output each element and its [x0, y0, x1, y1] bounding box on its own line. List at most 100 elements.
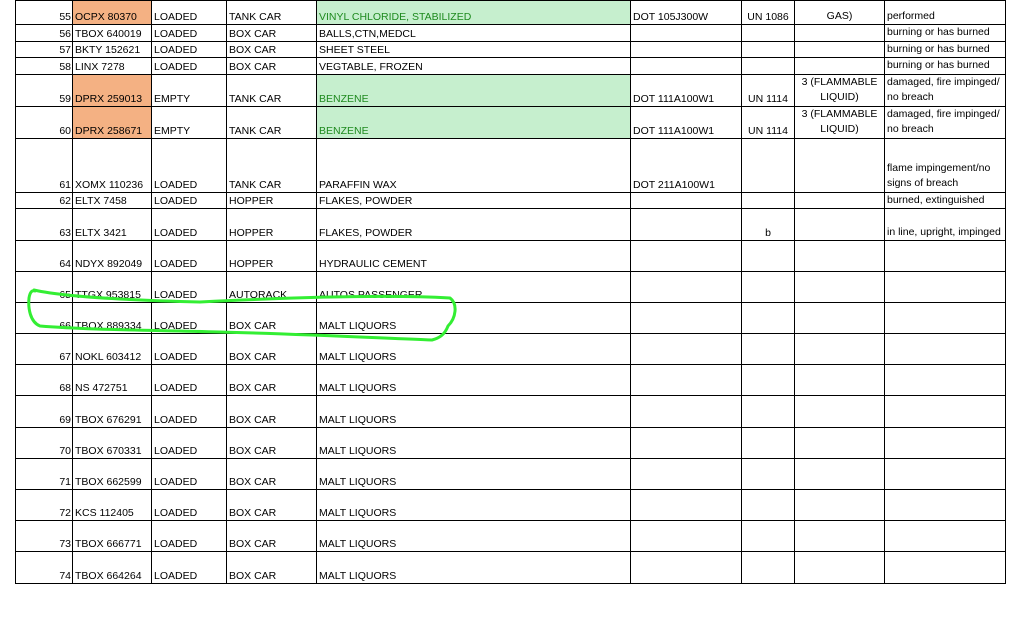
- cell-commodity: MALT LIQUORS: [316, 458, 631, 490]
- cell-row-number: 72: [15, 489, 73, 521]
- cell-hazard-class: [794, 551, 885, 584]
- cell-load-status: LOADED: [151, 0, 227, 25]
- cell-commodity: MALT LIQUORS: [316, 551, 631, 584]
- cell-tank-spec: [630, 458, 742, 490]
- cell-row-number: 68: [15, 364, 73, 396]
- cell-car-id: TBOX 666771: [72, 520, 152, 552]
- cell-commodity: PARAFFIN WAX: [316, 137, 631, 193]
- cell-row-number: 67: [15, 333, 73, 365]
- table-row: 56 TBOX 640019 LOADED BOX CAR BALLS,CTN,MEDC…: [15, 24, 1006, 42]
- cell-car-id: TBOX 664264: [72, 551, 152, 584]
- cell-hazard-class: [794, 302, 885, 334]
- table-row: 70 TBOX 670331 LOADED BOX CAR MALT LIQUORS: [15, 427, 1006, 459]
- cell-tank-spec: [630, 208, 742, 241]
- cell-row-number: 65: [15, 271, 73, 303]
- cell-un-number: [741, 240, 795, 272]
- cell-commodity: AUTOS PASSENGER: [316, 271, 631, 303]
- cell-car-type: AUTORACK: [226, 271, 317, 303]
- cell-condition-notes: [884, 271, 1006, 303]
- cell-un-number: [741, 427, 795, 459]
- cell-commodity: BENZENE: [316, 73, 631, 107]
- cell-tank-spec: DOT 211A100W1: [630, 137, 742, 193]
- cell-un-number: b: [741, 208, 795, 241]
- table-row: 58 LINX 7278 LOADED BOX CAR VEGTABLE, FROZEN…: [15, 57, 1006, 75]
- cell-load-status: LOADED: [151, 57, 227, 75]
- table-row: 69 TBOX 676291 LOADED BOX CAR MALT LIQUORS: [15, 395, 1006, 428]
- cell-car-type: BOX CAR: [226, 489, 317, 521]
- cell-row-number: 61: [15, 137, 73, 193]
- cell-hazard-class: GAS): [794, 0, 885, 25]
- cell-condition-notes: damaged, fire impinged/ no breach: [884, 105, 1006, 139]
- cell-tank-spec: [630, 271, 742, 303]
- table-row: 66 TBOX 889334 LOADED BOX CAR MALT LIQUORS: [15, 302, 1006, 334]
- cell-car-type: BOX CAR: [226, 427, 317, 459]
- cell-load-status: LOADED: [151, 489, 227, 521]
- cell-hazard-class: [794, 364, 885, 396]
- cell-hazard-class: [794, 427, 885, 459]
- cell-hazard-class: [794, 271, 885, 303]
- cell-load-status: LOADED: [151, 137, 227, 193]
- cell-car-type: BOX CAR: [226, 458, 317, 490]
- cell-car-id: TBOX 640019: [72, 24, 152, 42]
- cell-un-number: [741, 520, 795, 552]
- table-row: 59 DPRX 259013 EMPTY TANK CAR BENZENE DOT 111…: [15, 73, 1006, 107]
- cell-tank-spec: [630, 57, 742, 75]
- cell-load-status: EMPTY: [151, 105, 227, 139]
- cell-commodity: SHEET STEEL: [316, 40, 631, 58]
- cell-un-number: UN 1114: [741, 105, 795, 139]
- cell-hazard-class: [794, 333, 885, 365]
- cell-hazard-class: [794, 24, 885, 42]
- cell-row-number: 73: [15, 520, 73, 552]
- cell-commodity: MALT LIQUORS: [316, 302, 631, 334]
- cell-car-type: BOX CAR: [226, 551, 317, 584]
- cell-car-type: HOPPER: [226, 191, 317, 209]
- cell-car-id: TBOX 662599: [72, 458, 152, 490]
- cell-condition-notes: damaged, fire impinged/ no breach: [884, 73, 1006, 107]
- cell-commodity: MALT LIQUORS: [316, 364, 631, 396]
- cell-un-number: [741, 489, 795, 521]
- cell-car-type: BOX CAR: [226, 520, 317, 552]
- cell-commodity: MALT LIQUORS: [316, 427, 631, 459]
- cell-un-number: [741, 137, 795, 193]
- cell-tank-spec: [630, 489, 742, 521]
- cell-un-number: [741, 551, 795, 584]
- cell-car-type: HOPPER: [226, 240, 317, 272]
- cell-condition-notes: [884, 489, 1006, 521]
- cell-condition-notes: [884, 427, 1006, 459]
- table-row: 73 TBOX 666771 LOADED BOX CAR MALT LIQUORS: [15, 520, 1006, 552]
- cell-tank-spec: [630, 395, 742, 428]
- cell-car-id: ELTX 7458: [72, 191, 152, 209]
- cell-load-status: LOADED: [151, 40, 227, 58]
- cell-hazard-class: [794, 458, 885, 490]
- cell-tank-spec: DOT 111A100W1: [630, 73, 742, 107]
- cell-hazard-class: 3 (FLAMMABLE LIQUID): [794, 105, 885, 139]
- cell-load-status: LOADED: [151, 364, 227, 396]
- cell-commodity: VEGTABLE, FROZEN: [316, 57, 631, 75]
- cell-row-number: 64: [15, 240, 73, 272]
- cell-car-id: TBOX 670331: [72, 427, 152, 459]
- cell-hazard-class: [794, 191, 885, 209]
- cell-car-id: OCPX 80370: [72, 0, 152, 25]
- cell-tank-spec: [630, 520, 742, 552]
- cell-un-number: [741, 191, 795, 209]
- cell-car-type: TANK CAR: [226, 105, 317, 139]
- cell-car-type: BOX CAR: [226, 333, 317, 365]
- table-row: 63 ELTX 3421 LOADED HOPPER FLAKES, POWDER b in…: [15, 208, 1006, 241]
- cell-condition-notes: burning or has burned: [884, 40, 1006, 58]
- cell-hazard-class: [794, 489, 885, 521]
- cell-un-number: [741, 57, 795, 75]
- cell-un-number: [741, 40, 795, 58]
- cell-condition-notes: [884, 458, 1006, 490]
- cell-car-type: BOX CAR: [226, 395, 317, 428]
- cell-commodity: HYDRAULIC CEMENT: [316, 240, 631, 272]
- cell-row-number: 70: [15, 427, 73, 459]
- cell-un-number: [741, 302, 795, 334]
- cell-car-id: NOKL 603412: [72, 333, 152, 365]
- cell-car-id: TTGX 953815: [72, 271, 152, 303]
- cell-commodity: BENZENE: [316, 105, 631, 139]
- cell-car-type: TANK CAR: [226, 137, 317, 193]
- cell-hazard-class: [794, 40, 885, 58]
- cell-car-type: BOX CAR: [226, 57, 317, 75]
- cell-condition-notes: burning or has burned: [884, 57, 1006, 75]
- cell-condition-notes: flame impingement/no signs of breach: [884, 137, 1006, 193]
